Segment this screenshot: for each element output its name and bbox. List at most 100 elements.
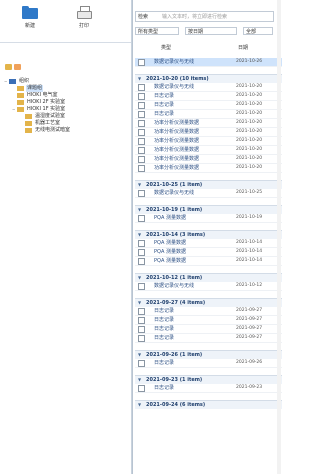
row-checkbox[interactable] <box>138 190 145 197</box>
list-item[interactable]: 日志记录 2021-09-27 <box>135 316 282 325</box>
list-item[interactable]: 日志记录 2021-09-23 <box>135 384 282 393</box>
collapse-icon[interactable]: ▼ <box>138 75 141 83</box>
list-item[interactable]: 日志记录 2021-09-27 <box>135 334 282 343</box>
scrollbar[interactable] <box>277 0 281 474</box>
tree-item[interactable]: HIOKI 电气室 <box>4 92 130 99</box>
collapse-icon[interactable]: ▼ <box>138 299 141 307</box>
row-name: 功率分析仪测量数据 <box>154 165 200 171</box>
list-item[interactable]: 功率分析仪测量数据 2021-10-20 <box>135 155 282 164</box>
collapse-icon[interactable]: ▼ <box>138 231 141 239</box>
add-folder-icon[interactable] <box>14 64 21 70</box>
row-checkbox[interactable] <box>138 120 145 127</box>
row-checkbox[interactable] <box>138 156 145 163</box>
all-select[interactable]: 全部 <box>243 27 273 35</box>
tree-item[interactable]: 课题组 <box>4 85 130 92</box>
row-name: 数据记录仪与无线 <box>154 283 195 289</box>
tree-item[interactable]: 温湿度试验室 <box>4 113 130 120</box>
group-header[interactable]: ▼ 2021-10-19 (1 item) <box>135 205 282 214</box>
list-item[interactable]: PQA 测量数据 2021-10-14 <box>135 248 282 257</box>
collapse-icon[interactable]: ▼ <box>138 401 141 409</box>
row-date: 2021-10-20 <box>236 165 263 170</box>
list-item[interactable]: 数据记录仪与无线 2021-10-12 <box>135 282 282 291</box>
row-checkbox[interactable] <box>138 385 145 392</box>
row-checkbox[interactable] <box>138 335 145 342</box>
tree-item[interactable]: 无线电测试暗室 <box>4 127 130 134</box>
list-item[interactable]: 日志记录 2021-10-20 <box>135 92 282 101</box>
collapse-icon[interactable]: ▼ <box>138 274 141 282</box>
row-checkbox[interactable] <box>138 249 145 256</box>
list-item[interactable]: PQA 测量数据 2021-10-14 <box>135 257 282 266</box>
row-checkbox[interactable] <box>138 326 145 333</box>
row-date: 2021-10-20 <box>236 102 263 107</box>
row-checkbox[interactable] <box>138 147 145 154</box>
search-input[interactable]: 输入文本时，将立即进行检索 <box>162 13 227 20</box>
collapse-icon[interactable]: ▼ <box>138 206 141 214</box>
group-header[interactable]: ▼ 2021-10-20 (10 items) <box>135 74 282 83</box>
tree-item[interactable]: 机器工艺室 <box>4 120 130 127</box>
group-header[interactable]: ▼ 2021-10-14 (3 items) <box>135 230 282 239</box>
collapse-icon[interactable]: ▼ <box>138 376 141 384</box>
row-checkbox[interactable] <box>138 283 145 290</box>
filter-row: 所有类型 按日期 全部 <box>135 27 282 36</box>
row-name: PQA 测量数据 <box>154 215 186 221</box>
column-type[interactable]: 类型 <box>161 44 171 51</box>
new-button[interactable]: 新建 <box>12 6 48 29</box>
tree-item[interactable]: − HIOKI 1F 实验室 <box>4 106 130 113</box>
list-item[interactable]: 数据记录仪与无线 2021-10-25 <box>135 189 282 198</box>
row-checkbox[interactable] <box>138 258 145 265</box>
list-item[interactable]: 功率分析仪测量数据 2021-10-20 <box>135 164 282 173</box>
print-button[interactable]: 打印 <box>66 6 102 29</box>
sort-select[interactable]: 按日期 <box>185 27 237 35</box>
search-box[interactable]: 检索 输入文本时，将立即进行检索 <box>135 11 274 22</box>
row-checkbox[interactable] <box>138 129 145 136</box>
row-date: 2021-10-20 <box>236 111 263 116</box>
row-checkbox[interactable] <box>138 360 145 367</box>
row-name: 功率分析仪测量数据 <box>154 147 200 153</box>
collapse-icon[interactable]: ▼ <box>138 351 141 359</box>
list-item[interactable]: 功率分析仪测量数据 2021-10-20 <box>135 128 282 137</box>
tree-item[interactable]: − 组织 <box>4 78 130 85</box>
list-item[interactable]: 日志记录 2021-10-20 <box>135 110 282 119</box>
row-checkbox[interactable] <box>138 93 145 100</box>
folder-icon[interactable] <box>5 64 12 70</box>
tree-item[interactable]: HIOKI 2F 实验室 <box>4 99 130 106</box>
column-date[interactable]: 日期 <box>238 44 248 51</box>
row-checkbox[interactable] <box>138 138 145 145</box>
row-checkbox[interactable] <box>138 102 145 109</box>
list-item[interactable]: 日志记录 2021-09-27 <box>135 325 282 334</box>
list-item[interactable]: 功率分析仪测量数据 2021-10-20 <box>135 119 282 128</box>
row-date: 2021-09-23 <box>236 385 263 390</box>
collapse-icon[interactable]: ▼ <box>138 181 141 189</box>
group-header[interactable]: ▼ 2021-10-25 (1 item) <box>135 180 282 189</box>
list-item[interactable]: 日志记录 2021-10-20 <box>135 101 282 110</box>
list-item[interactable]: PQA 测量数据 2021-10-19 <box>135 214 282 223</box>
category-select[interactable]: 所有类型 <box>135 27 179 35</box>
list-item[interactable]: 数据记录仪与无线 2021-10-20 <box>135 83 282 92</box>
group-header[interactable]: ▼ 2021-09-24 (6 items) <box>135 400 282 409</box>
list-item[interactable]: 数据记录仪与无线 2021-10-26 <box>135 58 282 67</box>
group-header[interactable]: ▼ 2021-10-12 (1 item) <box>135 273 282 282</box>
row-name: 日志记录 <box>154 111 175 117</box>
row-name: 日志记录 <box>154 335 175 341</box>
row-checkbox[interactable] <box>138 240 145 247</box>
list-item[interactable]: PQA 测量数据 2021-10-14 <box>135 239 282 248</box>
row-checkbox[interactable] <box>138 308 145 315</box>
row-checkbox[interactable] <box>138 215 145 222</box>
group-header[interactable]: ▼ 2021-09-27 (4 items) <box>135 298 282 307</box>
row-checkbox[interactable] <box>138 59 145 66</box>
list-item[interactable]: 日志记录 2021-09-26 <box>135 359 282 368</box>
row-checkbox[interactable] <box>138 84 145 91</box>
list-item[interactable]: 日志记录 2021-09-27 <box>135 307 282 316</box>
tree-item-label: HIOKI 电气室 <box>27 92 58 98</box>
row-checkbox[interactable] <box>138 165 145 172</box>
list-item[interactable]: 功率分析仪测量数据 2021-10-20 <box>135 137 282 146</box>
group-header[interactable]: ▼ 2021-09-26 (1 item) <box>135 350 282 359</box>
list-item[interactable]: 功率分析仪测量数据 2021-10-20 <box>135 146 282 155</box>
row-checkbox[interactable] <box>138 317 145 324</box>
group-title: 2021-10-25 (1 item) <box>146 182 203 188</box>
group-header[interactable]: ▼ 2021-09-23 (1 item) <box>135 375 282 384</box>
row-checkbox[interactable] <box>138 111 145 118</box>
